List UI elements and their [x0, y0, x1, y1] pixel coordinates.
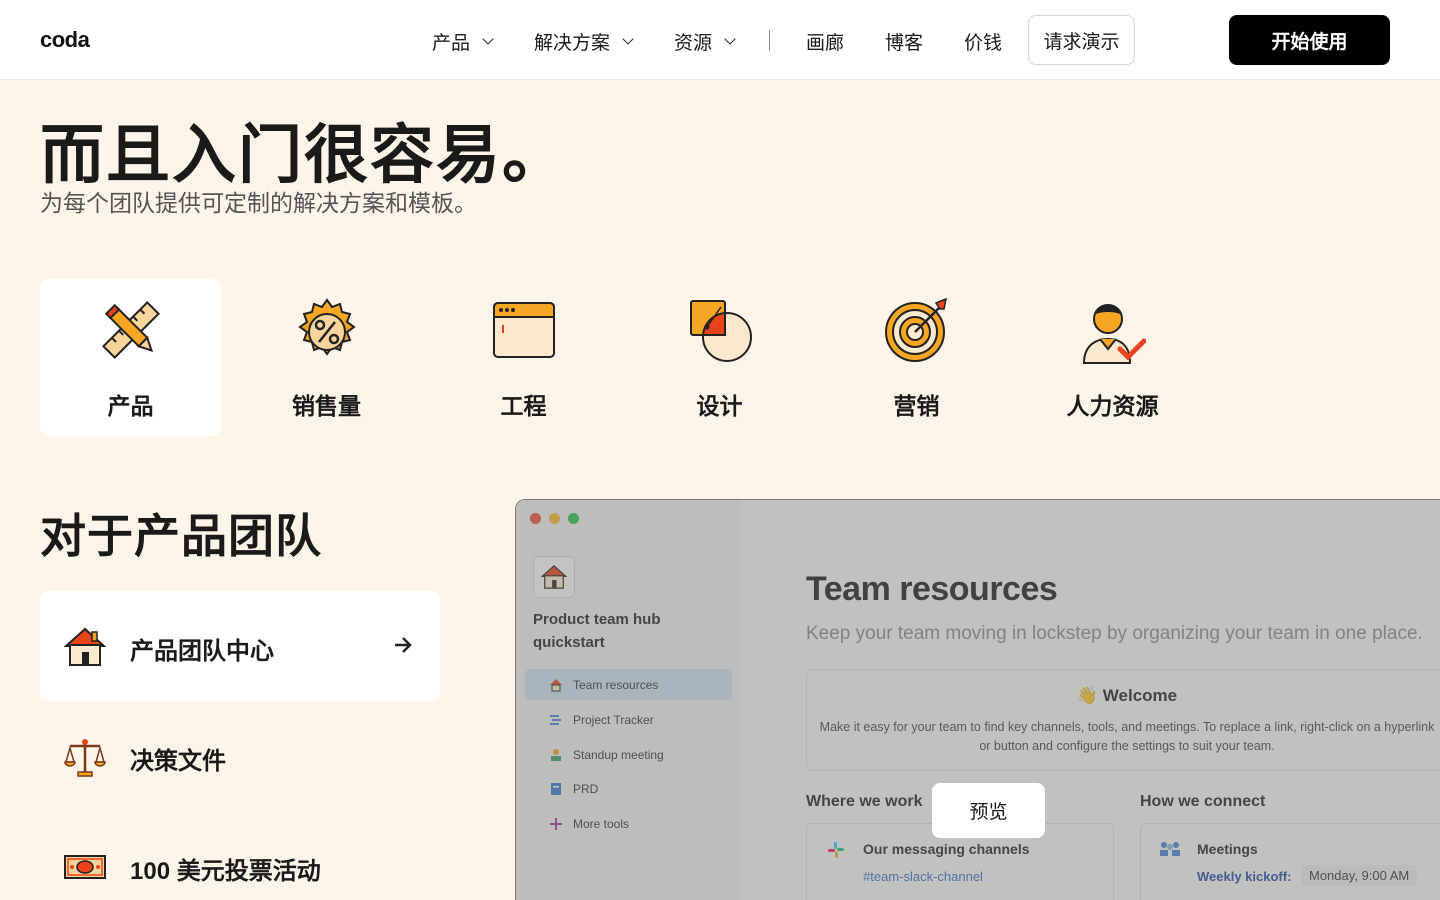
category-marketing[interactable]: 营销: [826, 279, 1007, 436]
preview-button[interactable]: 预览: [932, 783, 1045, 838]
nav-solutions-label: 解决方案: [534, 33, 611, 54]
top-nav: coda 产品 解决方案 资源 画廊 博客 价钱 请求演示 开始使用: [0, 0, 1440, 80]
category-sales[interactable]: 销售量: [236, 279, 417, 436]
category-label: 工程: [500, 393, 547, 419]
category-label: 设计: [696, 393, 743, 419]
hero-subtitle: 为每个团队提供可定制的解决方案和模板。: [40, 190, 477, 216]
nav-gallery-link[interactable]: 画廊: [806, 28, 844, 55]
coda-logo[interactable]: coda: [40, 27, 90, 53]
pencil-ruler-icon: [101, 301, 160, 359]
get-started-button[interactable]: 开始使用: [1229, 15, 1390, 65]
category-label: 营销: [893, 393, 940, 419]
template-label: 100 美元投票活动: [130, 858, 321, 885]
template-label: 决策文件: [130, 748, 226, 775]
category-label: 产品: [107, 393, 154, 419]
nav-solutions-menu[interactable]: 解决方案: [534, 28, 634, 55]
template-dollar-voting[interactable]: 100 美元投票活动: [40, 811, 440, 900]
category-hr[interactable]: 人力资源: [1022, 279, 1203, 436]
nav-resources-menu[interactable]: 资源: [674, 28, 736, 55]
chevron-down-icon: [724, 33, 736, 45]
arrow-right-icon: [395, 637, 412, 653]
nav-divider: [769, 30, 770, 51]
category-design[interactable]: 设计: [629, 279, 810, 436]
preview-overlay: [516, 500, 1440, 900]
nav-product-label: 产品: [432, 33, 471, 54]
hero-title: 而且入门很容易。: [40, 119, 568, 191]
chevron-down-icon: [622, 33, 634, 45]
nav-product-menu[interactable]: 产品: [432, 28, 494, 55]
template-product-team-hub[interactable]: 产品团队中心: [40, 591, 440, 701]
nav-pricing-link[interactable]: 价钱: [964, 28, 1002, 55]
percent-gear-icon: [297, 298, 356, 356]
category-product[interactable]: 产品: [40, 279, 221, 436]
template-label: 产品团队中心: [130, 638, 274, 665]
shapes-icon: [689, 300, 752, 362]
browser-window-icon: [492, 302, 555, 358]
scales-icon: [64, 739, 106, 777]
template-decision-doc[interactable]: 决策文件: [40, 701, 440, 811]
category-label: 人力资源: [1066, 393, 1159, 419]
nav-resources-label: 资源: [674, 33, 713, 54]
category-label: 销售量: [292, 393, 361, 419]
house-icon: [64, 627, 106, 666]
target-icon: [884, 297, 947, 362]
nav-blog-link[interactable]: 博客: [885, 28, 923, 55]
person-check-icon: [1082, 304, 1146, 364]
category-engineering[interactable]: 工程: [433, 279, 614, 436]
template-preview[interactable]: Product team hub quickstart Team resourc…: [515, 499, 1440, 900]
section-title: 对于产品团队: [40, 510, 322, 562]
request-demo-button[interactable]: 请求演示: [1028, 15, 1135, 65]
chevron-down-icon: [482, 33, 494, 45]
money-icon: [64, 855, 106, 879]
